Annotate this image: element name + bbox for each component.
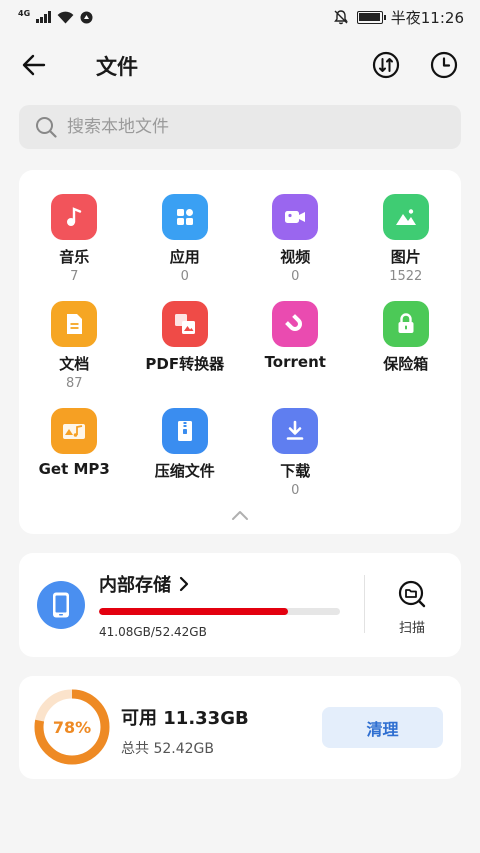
storage-title: 内部存储 xyxy=(99,575,171,596)
category-count: 0 xyxy=(291,269,300,284)
chevron-up-icon[interactable] xyxy=(230,508,250,522)
storage-progress-bar xyxy=(99,608,340,615)
signal-icon xyxy=(36,11,51,23)
category-grid: 音乐 7 应用 0 视频 0 图片 1522 文档 87 PDF转换器 Torrent 保险箱 Get M… xyxy=(19,192,461,513)
zip-icon xyxy=(161,408,208,454)
scan-button[interactable]: 扫描 xyxy=(387,579,437,636)
arrow-left-icon xyxy=(22,54,46,76)
search-input[interactable] xyxy=(67,117,427,137)
status-left: 4G xyxy=(18,9,93,24)
available-card: 78% 可用 11.33GB 总共 52.42GB 清理 xyxy=(19,676,461,779)
lock-icon xyxy=(382,301,429,347)
category-card: 音乐 7 应用 0 视频 0 图片 1522 文档 87 PDF转换器 Torrent 保险箱 Get M… xyxy=(19,170,461,534)
get-mp3-icon xyxy=(51,408,98,454)
phone-storage-icon xyxy=(37,581,85,629)
sort-arrows-icon xyxy=(372,51,400,79)
apps-icon xyxy=(161,194,208,240)
document-icon xyxy=(51,301,98,347)
scan-label: 扫描 xyxy=(398,621,425,636)
category-image[interactable]: 图片 1522 xyxy=(351,192,462,299)
category-label: Torrent xyxy=(264,353,326,371)
category-label: 下载 xyxy=(280,462,311,480)
status-right: 半夜11:26 xyxy=(333,7,464,28)
recent-button[interactable] xyxy=(428,49,460,81)
wifi-icon xyxy=(57,11,74,23)
pdf-converter-icon xyxy=(161,301,208,347)
status-bar: 4G 半夜11:26 xyxy=(0,0,480,34)
search-bar[interactable] xyxy=(19,105,461,149)
category-torrent-magnet[interactable]: Torrent xyxy=(240,299,351,406)
category-apps[interactable]: 应用 0 xyxy=(130,192,241,299)
back-button[interactable] xyxy=(18,50,50,80)
category-count: 1522 xyxy=(389,269,423,284)
category-label: 图片 xyxy=(390,248,421,266)
category-zip[interactable]: 压缩文件 xyxy=(130,406,241,513)
category-document[interactable]: 文档 87 xyxy=(19,299,130,406)
category-label: 文档 xyxy=(59,355,90,373)
category-video[interactable]: 视频 0 xyxy=(240,192,351,299)
clean-button[interactable]: 清理 xyxy=(322,707,443,748)
scan-folder-icon xyxy=(398,580,426,608)
download-icon xyxy=(272,408,319,454)
category-count: 0 xyxy=(180,269,189,284)
torrent-magnet-icon xyxy=(272,301,319,347)
chevron-right-icon xyxy=(179,576,189,592)
search-icon xyxy=(36,117,57,138)
image-icon xyxy=(382,194,429,240)
divider xyxy=(364,575,365,633)
category-download[interactable]: 下载 0 xyxy=(240,406,351,513)
category-label: 视频 xyxy=(280,248,311,266)
category-get-mp3[interactable]: Get MP3 xyxy=(19,406,130,513)
storage-title-link[interactable]: 内部存储 xyxy=(99,571,189,597)
category-label: 音乐 xyxy=(59,248,90,266)
mute-bell-icon xyxy=(333,10,348,25)
category-count: 0 xyxy=(291,483,300,498)
storage-progress-fill xyxy=(99,608,288,615)
storage-usage-text: 41.08GB/52.42GB xyxy=(99,625,207,639)
category-pdf-converter[interactable]: PDF转换器 xyxy=(130,299,241,406)
category-count: 7 xyxy=(70,269,79,284)
clock-icon xyxy=(430,51,458,79)
status-time: 半夜11:26 xyxy=(390,8,464,27)
category-music[interactable]: 音乐 7 xyxy=(19,192,130,299)
music-icon xyxy=(51,194,98,240)
category-label: 压缩文件 xyxy=(154,462,215,480)
sort-button[interactable] xyxy=(370,49,402,81)
available-space: 可用 11.33GB xyxy=(121,708,249,729)
page-title: 文件 xyxy=(96,55,138,79)
notification-bell-icon xyxy=(80,11,93,23)
battery-icon xyxy=(356,10,386,24)
category-label: Get MP3 xyxy=(38,460,110,478)
usage-percent: 78% xyxy=(52,717,92,737)
storage-card[interactable]: 内部存储 41.08GB/52.42GB 扫描 xyxy=(19,553,461,657)
category-label: 应用 xyxy=(169,248,200,266)
category-count: 87 xyxy=(65,376,83,391)
header: 文件 xyxy=(0,40,480,90)
category-label: 保险箱 xyxy=(383,355,429,373)
category-lock[interactable]: 保险箱 xyxy=(351,299,462,406)
network-type: 4G xyxy=(18,9,31,18)
total-space: 总共 52.42GB xyxy=(121,741,214,757)
category-label: PDF转换器 xyxy=(145,355,225,373)
video-icon xyxy=(272,194,319,240)
